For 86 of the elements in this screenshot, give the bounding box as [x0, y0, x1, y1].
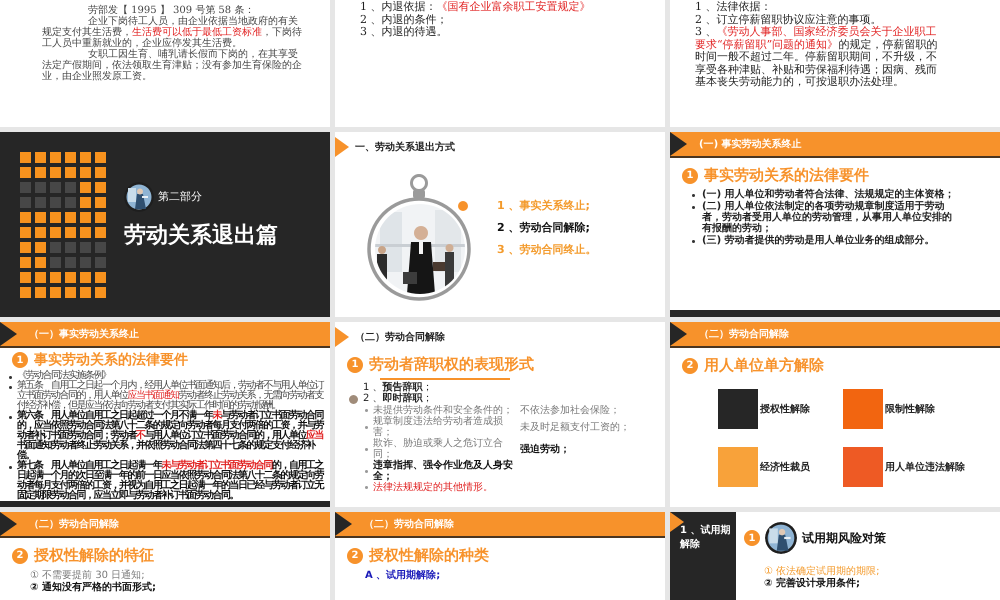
- slide-title: （二）劳动合同解除: [29, 518, 119, 531]
- number-badge: 1: [347, 356, 363, 372]
- bullet-icon: [365, 409, 368, 412]
- number-badge: 1: [744, 530, 760, 546]
- slide-heading: 劳动者辞职权的表现形式: [369, 355, 534, 374]
- list-item: 1 、预告辞职；: [363, 382, 433, 393]
- slide-thumbnail[interactable]: （二）劳动合同解除 2 授权性解除的特征 ① 不需要提前 30 日通知; ② 通知没有严格的书面形式;: [0, 512, 330, 600]
- slide-thumbnail[interactable]: （二）劳动合同解除 1 劳动者辞职权的表现形式 1 、预告辞职； 2 、即时辞职； 未提供劳动条件和安全条件的； 不依法参加社会保险； 规章制度违法给劳动者造成损害； 未及时足额支付工资的； 欺诈、胁迫或乘人之危订立合同； 强迫劳动； 违章指挥、强令作业危及人身安全； 法律法规规定的其他情形。: [335, 322, 665, 507]
- dot-icon: [349, 395, 358, 404]
- slide-thumbnail[interactable]: (一) 事实劳动关系终止 1 事实劳动关系的法律要件 (一) 用人单位和劳动者符合法律、法规规定的主体资格； (二) 用人单位依法制定的各项劳动规章制度适用于劳动者，劳动者受用人单位的劳动管理，从事用人单位安排的有报酬的劳动； (三) 劳动者提供的劳动是用人单位业务的组成部分。: [670, 132, 1000, 317]
- slide-heading: 授权性解除的特征: [34, 546, 154, 565]
- slide-thumbnail[interactable]: 一、劳动关系退出方式 1 、事实关系终止; 2 、劳动合同解除; 3 、劳动合同终止。: [335, 132, 665, 317]
- bullet-icon: [692, 194, 695, 197]
- slide-heading: 授权性解除的种类: [369, 546, 489, 565]
- paragraph: 2 、内退的条件；: [360, 14, 448, 26]
- paragraph: 劳部发【 1995 】 309 号第 58 条：: [87, 5, 256, 16]
- option-label: 授权性解除: [760, 402, 810, 416]
- slide-title: （二）劳动合同解除: [364, 518, 454, 531]
- bullet-icon: [692, 240, 695, 243]
- slide-thumbnail[interactable]: 第二部分 劳动关系退出篇: [0, 132, 330, 317]
- slide-heading: 用人单位单方解除: [704, 356, 824, 375]
- option-label: 经济性裁员: [760, 460, 810, 474]
- triangle-icon: [335, 137, 349, 157]
- bullet-text: (三) 劳动者提供的劳动是用人单位业务的组成部分。: [702, 235, 935, 246]
- paragraph: 2 、订立停薪留职协议应注意的事项。: [695, 14, 882, 26]
- bullet-icon: [365, 470, 368, 472]
- option-label: 用人单位违法解除: [885, 460, 965, 474]
- slide-title: （一）事实劳动关系终止: [29, 327, 139, 341]
- list-item: 未提供劳动条件和安全条件的；: [373, 405, 514, 416]
- slide-thumbnail[interactable]: [0, 322, 330, 507]
- number-badge: 2: [682, 358, 698, 374]
- list-item: 2 、即时辞职；: [363, 393, 433, 404]
- bullet-text: (二) 用人单位依法制定的各项劳动规章制度适用于劳动者，劳动者受用人单位的劳动管理，从事用人单位安排的有报酬的劳动；: [702, 201, 953, 234]
- slide-thumbnail[interactable]: 劳部发【 1995 】 309 号第 58 条： 企业下岗待工人员，由企业依据当地政府的有关规定支付其生活费，生活费可以低于最低工资标准，下岗待工人员中重新就业的，企业应停发其生活费。 女职工因生育、哺乳请长假而下岗的，在其享受法定产假期间，依法领取生育津贴；没有参加生育保险的企业，由企业照发原工资。: [0, 0, 330, 127]
- section-title: 劳动关系退出篇: [124, 222, 278, 250]
- list-item: ① 不需要提前 30 日通知;: [30, 570, 146, 582]
- bullet-icon: [692, 206, 695, 209]
- paragraph: 女职工因生育、哺乳请长假而下岗的，在其享受法定产假期间，依法领取生育津贴；没有参加生育保险的企业，由企业照发原工资。: [42, 49, 303, 82]
- option-label: 限制性解除: [885, 402, 935, 416]
- list-item: 2 、劳动合同解除;: [497, 220, 591, 234]
- slide-heading: 事实劳动关系的法律要件: [704, 166, 869, 185]
- bullet-icon: [365, 426, 368, 428]
- list-item: 不依法参加社会保险；: [520, 405, 621, 416]
- bullet-text: 《劳动合同法实施条例》: [17, 371, 110, 381]
- number-badge: 2: [347, 548, 363, 564]
- bullet-icon: [9, 386, 12, 389]
- bullet-icon: [9, 376, 12, 379]
- list-item: 3 、劳动合同终止。: [497, 242, 596, 256]
- paragraph: 1 、内退依据：《国有企业富余职工安置规定》: [360, 1, 592, 14]
- slide-title: （二）劳动合同解除: [699, 328, 789, 341]
- list-item: A 、试用期解除;: [365, 570, 442, 582]
- paragraph: 企业下岗待工人员，由企业依据当地政府的有关规定支付其生活费，生活费可以低于最低工资标准，下岗待工人员中重新就业的，企业应停发其生活费。: [42, 16, 303, 49]
- panel-title: 1 、试用期解除: [678, 524, 732, 552]
- list-item: 法律法规规定的其他情形。: [373, 482, 494, 493]
- slide-thumbnail[interactable]: 1 、法律依据： 2 、订立停薪留职协议应注意的事项。 3 、《劳动人事部、国家经济委员会关于企业职工要求“停薪留职”问题的通知》的规定，停薪留职的时间一般不超过二年。停薪留职期间，不升级，不享受各种津贴、补贴和劳保福利待遇；因病、残而基本丧失劳动能力的，可按退职办法处理。: [670, 0, 1000, 127]
- slide-heading: 试用期风险对策: [802, 530, 886, 546]
- bullet-icon: [365, 448, 368, 450]
- slide-thumbnail[interactable]: 1 、试用期解除 1 试用期风险对策 ① 依法确定试用期的期限; ② 完善设计录用条件;: [670, 512, 1000, 600]
- paragraph: 3 、内退的待遇。: [360, 26, 448, 38]
- list-item: ① 依法确定试用期的期限;: [764, 566, 881, 577]
- number-badge: 1: [12, 352, 28, 368]
- bullet-icon: [9, 466, 12, 469]
- paragraph: 3 、《劳动人事部、国家经济委员会关于企业职工要求“停薪留职”问题的通知》的规定，停薪留职的时间一般不超过二年。停薪留职期间，不升级，不享受各种津贴、补贴和劳保福利待遇；因病、残而基本丧失劳动能力的，可按退职办法处理。: [695, 26, 938, 88]
- slide-heading: 事实劳动关系的法律要件: [34, 351, 188, 369]
- number-badge: 1: [682, 168, 698, 184]
- bullet-text: 第七条 用人单位自用工之日起满一年未与劳动者订立书面劳动合同的，自用工之日起满一个月的次日至满一年的前一日应当依照劳动合同法第八十二条的规定向劳动者每月支付两倍的工资，并视为自用工之日起满一年的当日已经与劳动者订立无固定期限劳动合同，应当立即与劳动者补订书面劳动合同。: [17, 461, 325, 501]
- list-item: 未及时足额支付工资的；: [520, 422, 631, 432]
- list-item: ② 通知没有严格的书面形式;: [30, 582, 157, 594]
- section-label: 第二部分: [158, 189, 202, 204]
- slide-title: 一、劳动关系退出方式: [355, 140, 455, 154]
- list-item: 违章指挥、强令作业危及人身安全；: [373, 460, 514, 482]
- bullet-icon: [9, 416, 12, 419]
- slide-thumbnail[interactable]: （二）劳动合同解除 2 用人单位单方解除 授权性解除 限制性解除 经济性裁员 用人单位违法解除: [670, 322, 1000, 507]
- slide-thumbnail[interactable]: （二）劳动合同解除 2 授权性解除的种类 A 、试用期解除;: [335, 512, 665, 600]
- slide-thumbnail[interactable]: 1 、内退依据：《国有企业富余职工安置规定》 2 、内退的条件； 3 、内退的待遇。: [335, 0, 665, 127]
- list-item: 规章制度违法给劳动者造成损害；: [373, 416, 504, 438]
- number-badge: 2: [12, 548, 28, 564]
- paragraph: 1 、法律依据：: [695, 1, 772, 14]
- list-item: 1 、事实关系终止;: [497, 198, 591, 212]
- bullet-icon: [365, 486, 368, 489]
- list-item: 欺诈、胁迫或乘人之危订立合同；: [373, 438, 503, 460]
- list-item: 强迫劳动；: [520, 444, 571, 454]
- list-item: ② 完善设计录用条件;: [764, 578, 861, 590]
- slide-title: (一) 事实劳动关系终止: [699, 137, 802, 151]
- bullet-text: (一) 用人单位和劳动者符合法律、法规规定的主体资格；: [702, 189, 955, 200]
- slide-title: （二）劳动合同解除: [355, 330, 445, 344]
